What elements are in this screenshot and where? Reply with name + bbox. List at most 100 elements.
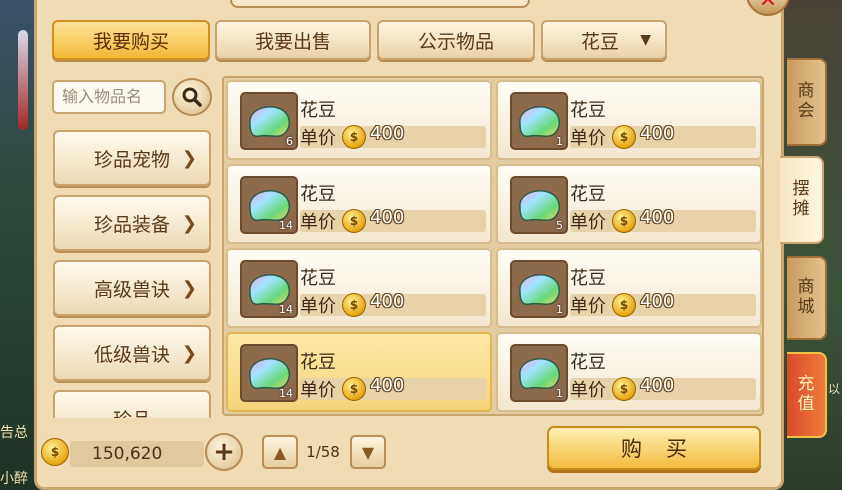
- item-filter-dropdown[interactable]: 花豆 ▼: [541, 20, 667, 60]
- item-card[interactable]: 14 花豆单价 $400: [226, 164, 492, 244]
- coin-icon: $: [342, 125, 366, 149]
- item-card[interactable]: 5 花豆单价 $400: [496, 164, 762, 244]
- item-price: 400: [370, 375, 405, 396]
- price-label: 单价: [570, 296, 606, 317]
- tab-buy[interactable]: 我要购买: [52, 20, 210, 60]
- price-label: 单价: [570, 212, 606, 233]
- chevron-right-icon: ❯: [181, 148, 197, 169]
- scene-text: 小醉: [0, 471, 28, 487]
- item-name: 花豆: [300, 352, 336, 373]
- item-price: 400: [640, 207, 675, 228]
- price-label: 单价: [300, 128, 336, 149]
- category-rare-equipment[interactable]: 珍品装备 ❯: [53, 195, 211, 251]
- category-label: 珍品装备: [93, 213, 170, 236]
- side-tab-recharge[interactable]: 充值: [787, 352, 827, 438]
- item-price: 400: [370, 291, 405, 312]
- stack-count: 6: [286, 135, 293, 148]
- panel-top-strip: [230, 0, 530, 8]
- category-partial[interactable]: 珍品: [53, 390, 211, 418]
- bean-icon: 14: [240, 344, 298, 402]
- item-name: 花豆: [300, 184, 336, 205]
- coin-icon: $: [342, 209, 366, 233]
- category-label: 高级兽诀: [93, 278, 170, 301]
- buy-button[interactable]: 购买: [547, 426, 761, 470]
- search-button[interactable]: [172, 78, 212, 116]
- coin-icon: $: [612, 209, 636, 233]
- coin-icon: $: [612, 125, 636, 149]
- scene-text: 告总: [0, 425, 28, 441]
- item-card[interactable]: 6 花豆单价 $400: [226, 80, 492, 160]
- bean-icon: 1: [510, 92, 568, 150]
- item-price: 400: [640, 291, 675, 312]
- bean-icon: 1: [510, 260, 568, 318]
- stack-count: 1: [556, 387, 563, 400]
- add-money-button[interactable]: +: [205, 433, 243, 471]
- item-name: 花豆: [300, 100, 336, 121]
- side-tab-mall[interactable]: 商城: [787, 256, 827, 340]
- price-label: 单价: [570, 128, 606, 149]
- stack-count: 5: [556, 219, 563, 232]
- side-tab-trade-guild[interactable]: 商会: [787, 58, 827, 146]
- coin-icon: $: [342, 377, 366, 401]
- bean-icon: 1: [510, 344, 568, 402]
- coin-icon: $: [612, 293, 636, 317]
- bean-icon: 5: [510, 176, 568, 234]
- close-icon: ✕: [758, 0, 778, 13]
- item-name: 花豆: [570, 100, 606, 121]
- coin-icon: $: [342, 293, 366, 317]
- category-low-skill-books[interactable]: 低级兽诀 ❯: [53, 325, 211, 381]
- chevron-down-icon: ▼: [361, 442, 375, 462]
- stack-count: 14: [279, 303, 293, 316]
- category-label: 珍品宠物: [93, 148, 170, 171]
- price-label: 单价: [300, 380, 336, 401]
- stack-count: 14: [279, 219, 293, 232]
- stack-count: 14: [279, 387, 293, 400]
- dropdown-selected: 花豆: [581, 30, 620, 53]
- price-label: 单价: [300, 296, 336, 317]
- money-balance: 150,620: [70, 441, 204, 467]
- bean-icon: 14: [240, 260, 298, 318]
- category-rare-pets[interactable]: 珍品宠物 ❯: [53, 130, 211, 186]
- category-label: 低级兽诀: [93, 343, 170, 366]
- side-tab-stall[interactable]: 摆摊: [780, 156, 824, 244]
- search-icon: [182, 87, 202, 107]
- item-price: 400: [640, 123, 675, 144]
- category-label: 珍品: [113, 405, 151, 419]
- tab-sell[interactable]: 我要出售: [215, 20, 371, 60]
- item-grid: 6 花豆 单价 $400 1 花豆 单价 $400 14 花豆 单价 $400 5 花豆 单价 $400 14 花…: [222, 76, 764, 416]
- ornament-icon: [18, 30, 28, 130]
- item-card[interactable]: 14 花豆单价 $400: [226, 332, 492, 412]
- item-card[interactable]: 14 花豆单价 $400: [226, 248, 492, 328]
- chevron-right-icon: ❯: [181, 343, 197, 364]
- bean-icon: 6: [240, 92, 298, 150]
- chevron-right-icon: ❯: [181, 213, 197, 234]
- item-name: 花豆: [300, 268, 336, 289]
- coin-icon: $: [612, 377, 636, 401]
- page-indicator: 1/58: [306, 443, 340, 461]
- item-price: 400: [370, 123, 405, 144]
- item-price: 400: [640, 375, 675, 396]
- price-label: 单价: [300, 212, 336, 233]
- category-high-skill-books[interactable]: 高级兽诀 ❯: [53, 260, 211, 316]
- item-name: 花豆: [570, 268, 606, 289]
- stack-count: 1: [556, 303, 563, 316]
- game-scene-left: 告总 小醉: [0, 0, 36, 490]
- item-name: 花豆: [570, 352, 606, 373]
- item-name: 花豆: [570, 184, 606, 205]
- tab-public-items[interactable]: 公示物品: [377, 20, 535, 60]
- item-card[interactable]: 1 花豆单价 $400: [496, 248, 762, 328]
- item-card[interactable]: 1 花豆单价 $400: [496, 332, 762, 412]
- category-list: 珍品宠物 ❯ 珍品装备 ❯ 高级兽诀 ❯ 低级兽诀 ❯ 珍品: [40, 128, 220, 418]
- item-price: 400: [370, 207, 405, 228]
- coin-icon: $: [41, 438, 69, 466]
- search-input[interactable]: 输入物品名: [52, 80, 166, 114]
- chevron-right-icon: ❯: [181, 278, 197, 299]
- page-prev-button[interactable]: ▲: [262, 435, 298, 469]
- item-card[interactable]: 1 花豆单价 $400: [496, 80, 762, 160]
- price-label: 单价: [570, 380, 606, 401]
- chevron-down-icon: ▼: [640, 32, 651, 48]
- page-next-button[interactable]: ▼: [350, 435, 386, 469]
- stack-count: 1: [556, 135, 563, 148]
- scene-text: 以: [827, 382, 840, 396]
- chevron-up-icon: ▲: [273, 442, 287, 462]
